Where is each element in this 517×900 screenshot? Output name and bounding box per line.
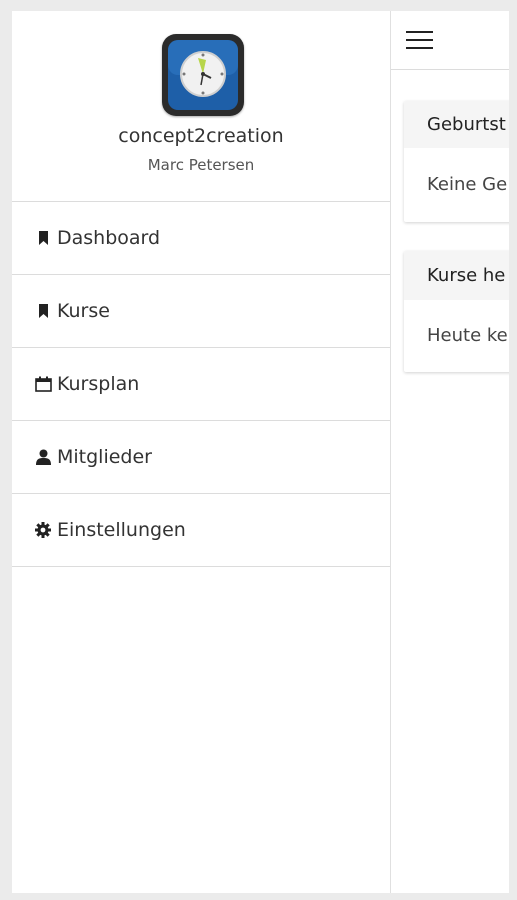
card-title: Geburtst — [404, 101, 509, 148]
app-frame: concept2creation Marc Petersen Dashboard… — [12, 11, 509, 893]
gear-icon — [34, 520, 52, 540]
calendar-icon — [34, 374, 52, 394]
card-title: Kurse he — [404, 251, 509, 300]
menu-item-kursplan[interactable]: Kursplan — [12, 348, 390, 421]
user-name: Marc Petersen — [147, 156, 255, 174]
menu-item-kurse[interactable]: Kurse — [12, 275, 390, 348]
bookmark-icon — [34, 228, 52, 248]
menu-item-label: Dashboard — [57, 227, 161, 249]
menu-item-label: Kursplan — [57, 373, 140, 395]
menu-item-label: Mitglieder — [57, 446, 152, 468]
drawer-header: concept2creation Marc Petersen — [12, 11, 390, 202]
menu-item-einstellungen[interactable]: Einstellungen — [12, 494, 390, 567]
card-body: Keine Ge — [427, 174, 508, 195]
courses-today-card: Kurse he Heute ke — [404, 251, 509, 372]
menu-item-label: Kurse — [57, 300, 110, 322]
menu-item-mitglieder[interactable]: Mitglieder — [12, 421, 390, 494]
app-name: concept2creation — [118, 125, 284, 147]
user-icon — [34, 447, 52, 467]
menu-item-dashboard[interactable]: Dashboard — [12, 202, 390, 275]
birthday-card: Geburtst Keine Ge — [404, 101, 509, 222]
top-bar — [391, 11, 509, 70]
bookmark-icon — [34, 301, 52, 321]
navigation-drawer: concept2creation Marc Petersen Dashboard… — [12, 11, 391, 893]
menu-item-label: Einstellungen — [57, 519, 186, 541]
app-clock-icon — [162, 34, 244, 116]
card-body: Heute ke — [427, 325, 508, 346]
menu-icon[interactable] — [406, 31, 433, 51]
main-content: Geburtst Keine Ge Kurse he Heute ke — [391, 11, 509, 893]
